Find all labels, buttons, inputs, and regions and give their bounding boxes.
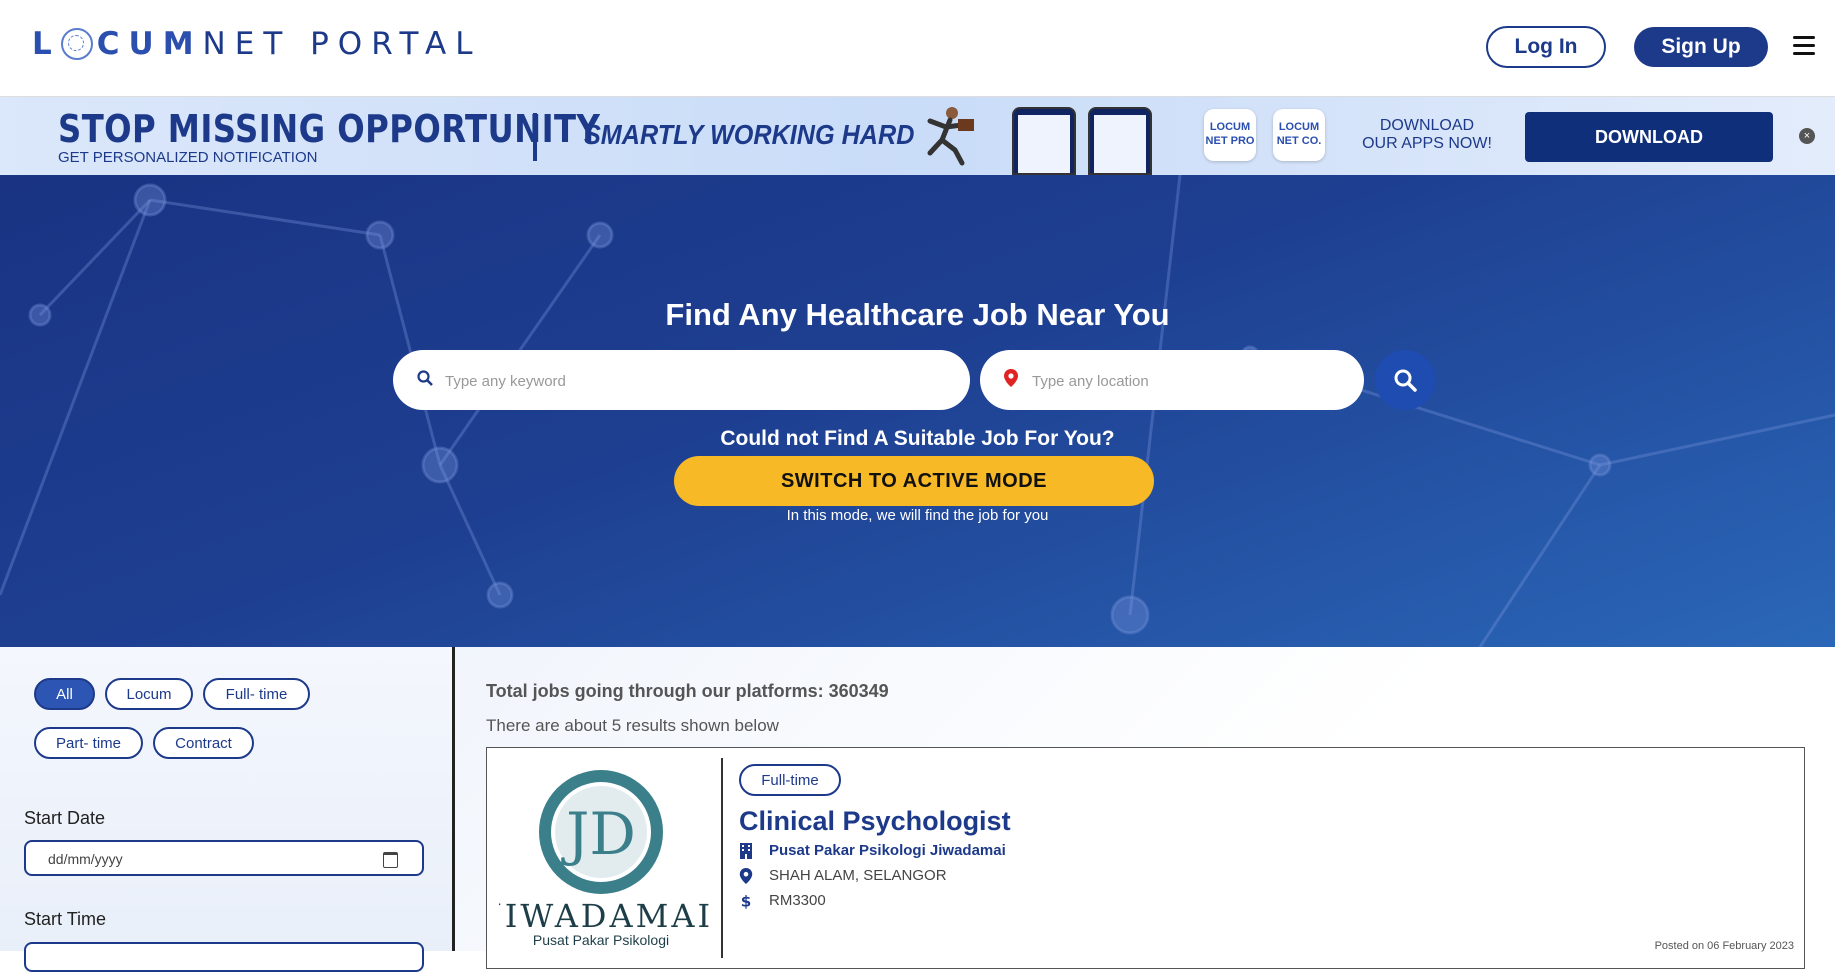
hamburger-menu-icon[interactable] <box>1793 36 1815 56</box>
banner-tagline: SMARTLY WORKING HARD <box>584 119 915 150</box>
calendar-icon[interactable] <box>383 852 398 868</box>
location-pin-icon <box>1004 369 1018 387</box>
keyword-search-box[interactable] <box>393 350 970 410</box>
phone-mockup <box>1088 107 1152 175</box>
login-button[interactable]: Log In <box>1486 26 1606 68</box>
network-background-decoration <box>0 175 1835 647</box>
job-salary-row: $ RM3300 <box>739 892 826 909</box>
app-icon-locumnet-co[interactable]: LOCUM NET CO. <box>1273 109 1325 161</box>
filter-chip-part-time[interactable]: Part- time <box>34 727 143 759</box>
posted-date: Posted on 06 February 2023 <box>1654 940 1794 952</box>
keyword-input[interactable] <box>443 365 909 397</box>
switch-to-active-mode-button[interactable]: SWITCH TO ACTIVE MODE <box>674 456 1154 506</box>
logo-wordmark: JIWADAMAI <box>499 897 713 935</box>
banner-divider <box>533 113 537 161</box>
hero-search-section: Find Any Healthcare Job Near You Could n… <box>0 175 1835 647</box>
app-icon-locumnet-pro[interactable]: LOCUM NET PRO <box>1204 109 1256 161</box>
company-name[interactable]: Pusat Pakar Psikologi Jiwadamai <box>769 842 1006 859</box>
phone-mockup <box>1012 107 1076 175</box>
start-time-label: Start Time <box>24 909 107 929</box>
download-prompt: DOWNLOAD OUR APPS NOW! <box>1362 117 1492 152</box>
job-title[interactable]: Clinical Psychologist <box>739 806 1011 837</box>
search-icon <box>1394 369 1417 392</box>
signup-button[interactable]: Sign Up <box>1634 27 1768 67</box>
svg-text:$: $ <box>741 893 752 909</box>
start-time-input[interactable] <box>24 942 424 972</box>
job-company-row: Pusat Pakar Psikologi Jiwadamai <box>739 842 1006 859</box>
filter-sidebar: All Locum Full- time Part- time Contract… <box>0 647 455 972</box>
location-pin-icon <box>739 867 753 884</box>
building-icon <box>740 842 752 859</box>
company-logo: JD JIWADAMAI Pusat Pakar Psikologi <box>486 762 719 952</box>
filter-chip-all[interactable]: All <box>34 678 95 710</box>
running-businessman-illustration <box>927 107 974 166</box>
start-date-label: Start Date <box>24 808 106 828</box>
date-placeholder: dd/mm/yyyy <box>48 851 123 867</box>
search-icon <box>417 370 433 386</box>
filter-chip-locum[interactable]: Locum <box>105 678 193 710</box>
total-jobs-count: Total jobs going through our platforms: … <box>486 681 889 701</box>
download-button[interactable]: DOWNLOAD <box>1525 112 1773 162</box>
job-location-row: SHAH ALAM, SELANGOR <box>739 867 947 884</box>
filter-chip-contract[interactable]: Contract <box>153 727 254 759</box>
suggestion-question: Could not Find A Suitable Job For You? <box>720 427 1115 450</box>
banner-headline: STOP MISSING OPPORTUNITY <box>58 107 601 151</box>
start-date-input[interactable]: dd/mm/yyyy <box>24 840 424 876</box>
location-search-box[interactable] <box>980 350 1364 410</box>
logo-subtitle: Pusat Pakar Psikologi <box>533 932 669 948</box>
top-navbar: L CUM NET PORTAL Log In Sign Up <box>0 0 1835 97</box>
filter-chip-full-time[interactable]: Full- time <box>203 678 310 710</box>
site-logo[interactable]: L CUM NET PORTAL <box>32 26 482 62</box>
card-divider <box>721 758 723 958</box>
hero-title: Find Any Healthcare Job Near You <box>665 297 1170 332</box>
close-icon[interactable]: × <box>1799 128 1815 144</box>
job-location: SHAH ALAM, SELANGOR <box>769 867 947 884</box>
search-button[interactable] <box>1375 350 1435 410</box>
results-summary: There are about 5 results shown below <box>486 716 779 735</box>
svg-text:JD: JD <box>561 800 636 868</box>
active-mode-note: In this mode, we will find the job for y… <box>786 507 1049 524</box>
dollar-icon: $ <box>741 893 752 909</box>
job-card[interactable]: JD JIWADAMAI Pusat Pakar Psikologi Full-… <box>486 747 1805 969</box>
banner-subline: GET PERSONALIZED NOTIFICATION <box>58 149 318 166</box>
globe-icon <box>60 28 93 60</box>
job-salary: RM3300 <box>769 892 826 909</box>
app-promo-banner: STOP MISSING OPPORTUNITY GET PERSONALIZE… <box>0 97 1835 175</box>
results-panel: Total jobs going through our platforms: … <box>455 647 1835 969</box>
job-type-badge: Full-time <box>739 764 841 796</box>
location-input[interactable] <box>1030 365 1342 397</box>
